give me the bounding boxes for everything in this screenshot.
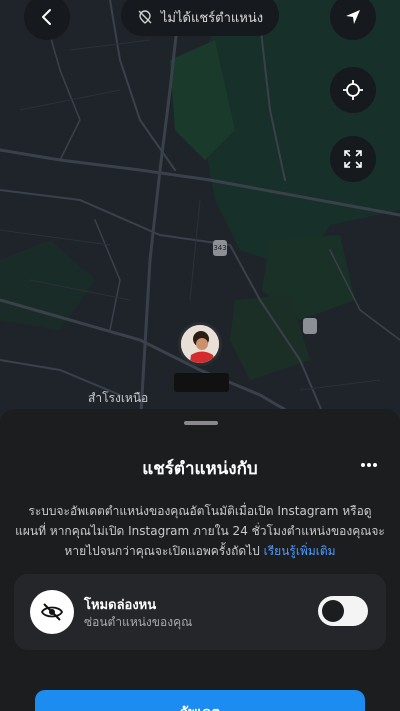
user-avatar-pin[interactable] <box>178 322 222 366</box>
more-options-button[interactable] <box>354 453 384 477</box>
ghost-mode-subtitle: ซ่อนตำแหน่งของคุณ <box>84 615 193 629</box>
ghost-mode-toggle[interactable] <box>318 596 368 626</box>
more-horizontal-icon <box>361 463 377 467</box>
toggle-knob <box>322 600 344 622</box>
ghost-mode-icon-circle <box>30 590 74 634</box>
sheet-description: ระบบจะอัพเดตตำแหน่งของคุณอัตโนมัติเมื่อเ… <box>14 501 386 561</box>
sheet-grabber[interactable] <box>184 421 218 425</box>
navigation-arrow-icon <box>346 10 360 24</box>
fullscreen-button[interactable] <box>330 136 376 182</box>
sheet-title: แชร์ตำแหน่งกับ <box>142 459 258 479</box>
redacted-name-label <box>174 373 229 392</box>
locate-icon <box>343 80 363 100</box>
location-status-label: ไม่ได้แชร์ตำแหน่ง <box>160 10 264 26</box>
expand-icon <box>344 150 362 168</box>
ghost-mode-row[interactable]: โหมดล่องหน ซ่อนตำแหน่งของคุณ <box>14 574 386 650</box>
map-view[interactable]: ไม่ได้แชร์ตำแหน่ง 343 สำโรงเหนือ <box>0 0 400 430</box>
recenter-button[interactable] <box>330 67 376 113</box>
learn-more-link[interactable]: เรียนรู้เพิ่มเติม <box>264 544 336 558</box>
road-shield-badge: 343 <box>213 240 227 256</box>
update-button[interactable]: อัพเดต <box>35 690 365 711</box>
share-location-sheet: แชร์ตำแหน่งกับ ระบบจะอัพเดตตำแหน่งของคุณ… <box>0 409 400 711</box>
road-shield-badge <box>303 318 317 334</box>
map-place-label: สำโรงเหนือ <box>88 391 149 405</box>
location-status-pill[interactable]: ไม่ได้แชร์ตำแหน่ง <box>121 0 279 36</box>
ghost-mode-title: โหมดล่องหน <box>84 598 157 613</box>
location-off-icon <box>138 10 152 24</box>
eye-off-icon <box>40 603 64 621</box>
chevron-left-icon <box>42 9 51 25</box>
